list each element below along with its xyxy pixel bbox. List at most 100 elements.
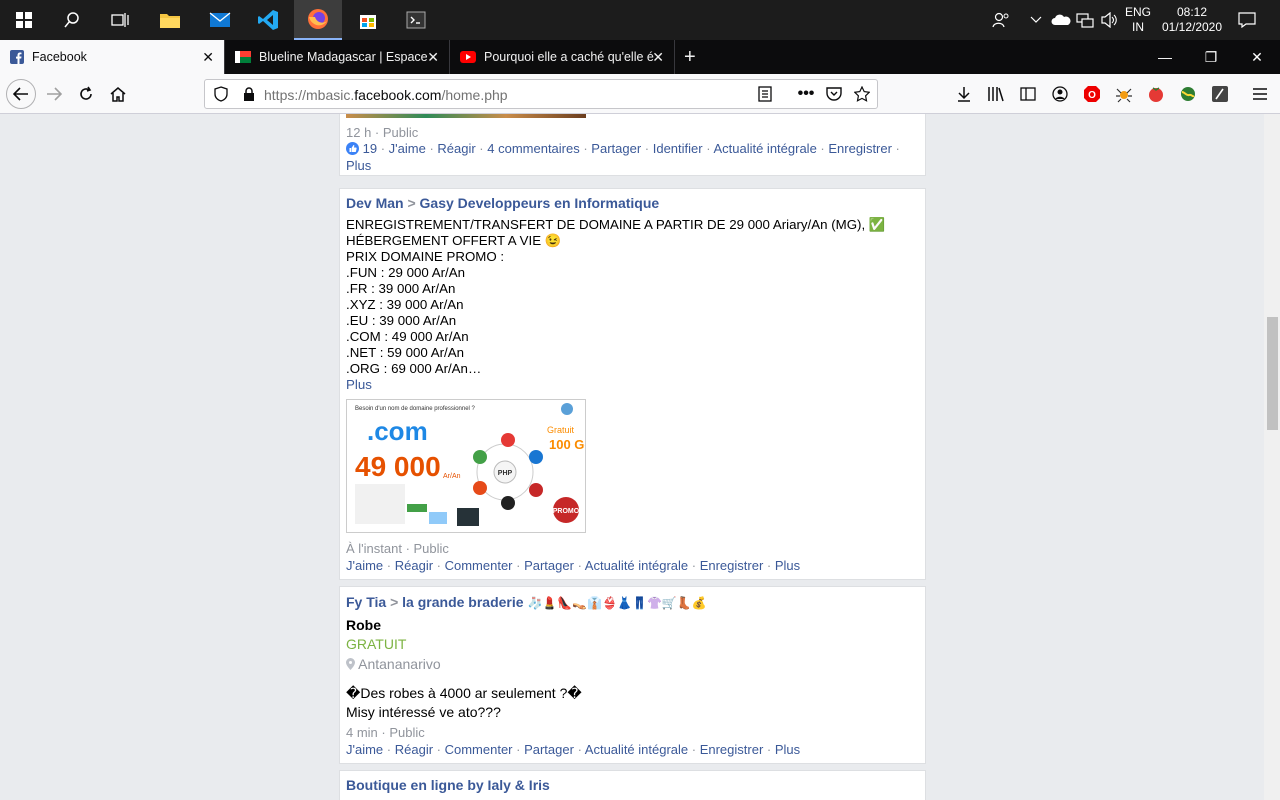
share-link[interactable]: Partager xyxy=(524,558,574,573)
page-link[interactable]: Boutique en ligne by Ialy & Iris xyxy=(346,777,550,793)
close-window-icon[interactable]: ✕ xyxy=(1234,40,1280,74)
menu-icon[interactable] xyxy=(1248,82,1272,106)
author-link[interactable]: Fy Tia xyxy=(346,594,386,610)
forward-icon[interactable] xyxy=(42,82,66,106)
reload-icon[interactable] xyxy=(74,82,98,106)
group-link[interactable]: la grande braderie xyxy=(402,594,523,610)
like-icon xyxy=(346,142,359,155)
post-line: .XYZ : 39 000 Ar/An xyxy=(346,297,464,312)
tracking-protection-icon[interactable] xyxy=(209,82,233,106)
clock-time: 08:12 xyxy=(1176,5,1208,19)
search-icon[interactable] xyxy=(48,0,96,40)
clock-date: 01/12/2020 xyxy=(1161,20,1223,34)
save-link[interactable]: Enregistrer xyxy=(700,742,764,757)
post-line: .FR : 39 000 Ar/An xyxy=(346,281,456,296)
post-header: Boutique en ligne by Ialy & Iris xyxy=(346,777,550,793)
tomato-extension-icon[interactable] xyxy=(1144,82,1168,106)
sidebar-icon[interactable] xyxy=(1016,82,1040,106)
task-view-icon[interactable] xyxy=(96,0,144,40)
back-icon[interactable] xyxy=(6,79,36,109)
library-icon[interactable] xyxy=(984,82,1008,106)
page-scrollbar[interactable] xyxy=(1264,114,1280,800)
minimize-icon[interactable]: — xyxy=(1142,40,1188,74)
group-link[interactable]: Gasy Developpeurs en Informatique xyxy=(420,195,660,211)
close-tab-icon[interactable]: ✕ xyxy=(652,49,664,66)
full-story-link[interactable]: Actualité intégrale xyxy=(713,141,816,156)
vscode-icon[interactable] xyxy=(244,0,292,40)
tab-facebook[interactable]: Facebook ✕ xyxy=(0,40,225,74)
new-tab-button[interactable]: + xyxy=(676,40,706,74)
terminal-icon[interactable] xyxy=(392,0,440,40)
tab-title: Facebook xyxy=(32,50,87,64)
save-link[interactable]: Enregistrer xyxy=(828,141,892,156)
edit-extension-icon[interactable] xyxy=(1208,82,1232,106)
account-icon[interactable] xyxy=(1048,82,1072,106)
post-image[interactable] xyxy=(346,114,586,118)
comments-link[interactable]: 4 commentaires xyxy=(487,141,579,156)
full-story-link[interactable]: Actualité intégrale xyxy=(585,742,688,757)
microsoft-store-icon[interactable] xyxy=(344,0,392,40)
like-link[interactable]: J'aime xyxy=(389,141,426,156)
like-link[interactable]: J'aime xyxy=(346,742,383,757)
post-actions: J'aime · Réagir · Commenter · Partager ·… xyxy=(346,558,801,573)
bookmark-star-icon[interactable] xyxy=(850,82,874,106)
image-price: 49 000 xyxy=(355,451,441,482)
people-icon[interactable] xyxy=(990,0,1012,40)
tab-title: Pourquoi elle a caché qu'elle ét xyxy=(484,50,654,64)
onedrive-icon[interactable] xyxy=(1050,0,1072,40)
network-icon[interactable] xyxy=(1074,0,1096,40)
reader-view-icon[interactable] xyxy=(753,82,777,106)
language-indicator[interactable]: ENG IN xyxy=(1122,0,1154,40)
react-link[interactable]: Réagir xyxy=(395,558,433,573)
see-more-link[interactable]: Plus xyxy=(346,377,916,393)
bug-extension-icon[interactable] xyxy=(1112,82,1136,106)
share-link[interactable]: Partager xyxy=(591,141,641,156)
downloads-icon[interactable] xyxy=(952,82,976,106)
image-free-label: Gratuit xyxy=(547,425,575,435)
listing-price: GRATUIT xyxy=(346,636,407,652)
close-tab-icon[interactable]: ✕ xyxy=(427,49,439,66)
post-image[interactable]: Besoin d'un nom de domaine professionnel… xyxy=(346,399,586,533)
tab-youtube[interactable]: Pourquoi elle a caché qu'elle ét ✕ xyxy=(450,40,675,74)
notifications-icon[interactable] xyxy=(1234,0,1260,40)
restore-icon[interactable]: ❐ xyxy=(1188,40,1234,74)
react-link[interactable]: Réagir xyxy=(437,141,475,156)
tab-blueline[interactable]: Blueline Madagascar | Espace c ✕ xyxy=(225,40,450,74)
page-actions-icon[interactable]: ••• xyxy=(794,82,818,106)
scrollbar-thumb[interactable] xyxy=(1267,317,1278,430)
arrow-separator: > xyxy=(390,594,399,610)
more-link[interactable]: Plus xyxy=(346,158,371,173)
comment-link[interactable]: Commenter xyxy=(445,742,513,757)
tag-link[interactable]: Identifier xyxy=(653,141,703,156)
language-code: ENG xyxy=(1124,5,1151,19)
full-story-link[interactable]: Actualité intégrale xyxy=(585,558,688,573)
more-link[interactable]: Plus xyxy=(775,742,800,757)
post-text: �Des robes à 4000 ar seulement ?� Misy i… xyxy=(346,684,582,722)
volume-icon[interactable] xyxy=(1098,0,1120,40)
home-icon[interactable] xyxy=(106,82,130,106)
firefox-icon[interactable] xyxy=(294,0,342,40)
more-link[interactable]: Plus xyxy=(775,558,800,573)
save-link[interactable]: Enregistrer xyxy=(700,558,764,573)
lock-icon[interactable] xyxy=(237,82,261,106)
chevron-up-icon[interactable] xyxy=(1028,0,1044,40)
clock[interactable]: 08:12 01/12/2020 xyxy=(1158,0,1226,40)
windows-start-icon[interactable] xyxy=(0,0,48,40)
react-link[interactable]: Réagir xyxy=(395,742,433,757)
file-explorer-icon[interactable] xyxy=(146,0,194,40)
close-tab-icon[interactable]: ✕ xyxy=(202,49,214,66)
pocket-icon[interactable] xyxy=(822,82,846,106)
adblock-extension-icon[interactable]: O xyxy=(1080,82,1104,106)
address-bar[interactable]: https://mbasic.facebook.com/home.php ••• xyxy=(204,79,878,109)
post-line: Misy intéressé ve ato??? xyxy=(346,704,501,720)
like-count[interactable]: 19 xyxy=(346,141,377,156)
post-header: Dev Man > Gasy Developpeurs en Informati… xyxy=(346,195,659,211)
post-line: PRIX DOMAINE PROMO : xyxy=(346,249,505,264)
share-link[interactable]: Partager xyxy=(524,742,574,757)
author-link[interactable]: Dev Man xyxy=(346,195,404,211)
like-link[interactable]: J'aime xyxy=(346,558,383,573)
youtube-favicon-icon xyxy=(460,51,476,63)
mail-icon[interactable] xyxy=(196,0,244,40)
comment-link[interactable]: Commenter xyxy=(445,558,513,573)
globe-extension-icon[interactable] xyxy=(1176,82,1200,106)
